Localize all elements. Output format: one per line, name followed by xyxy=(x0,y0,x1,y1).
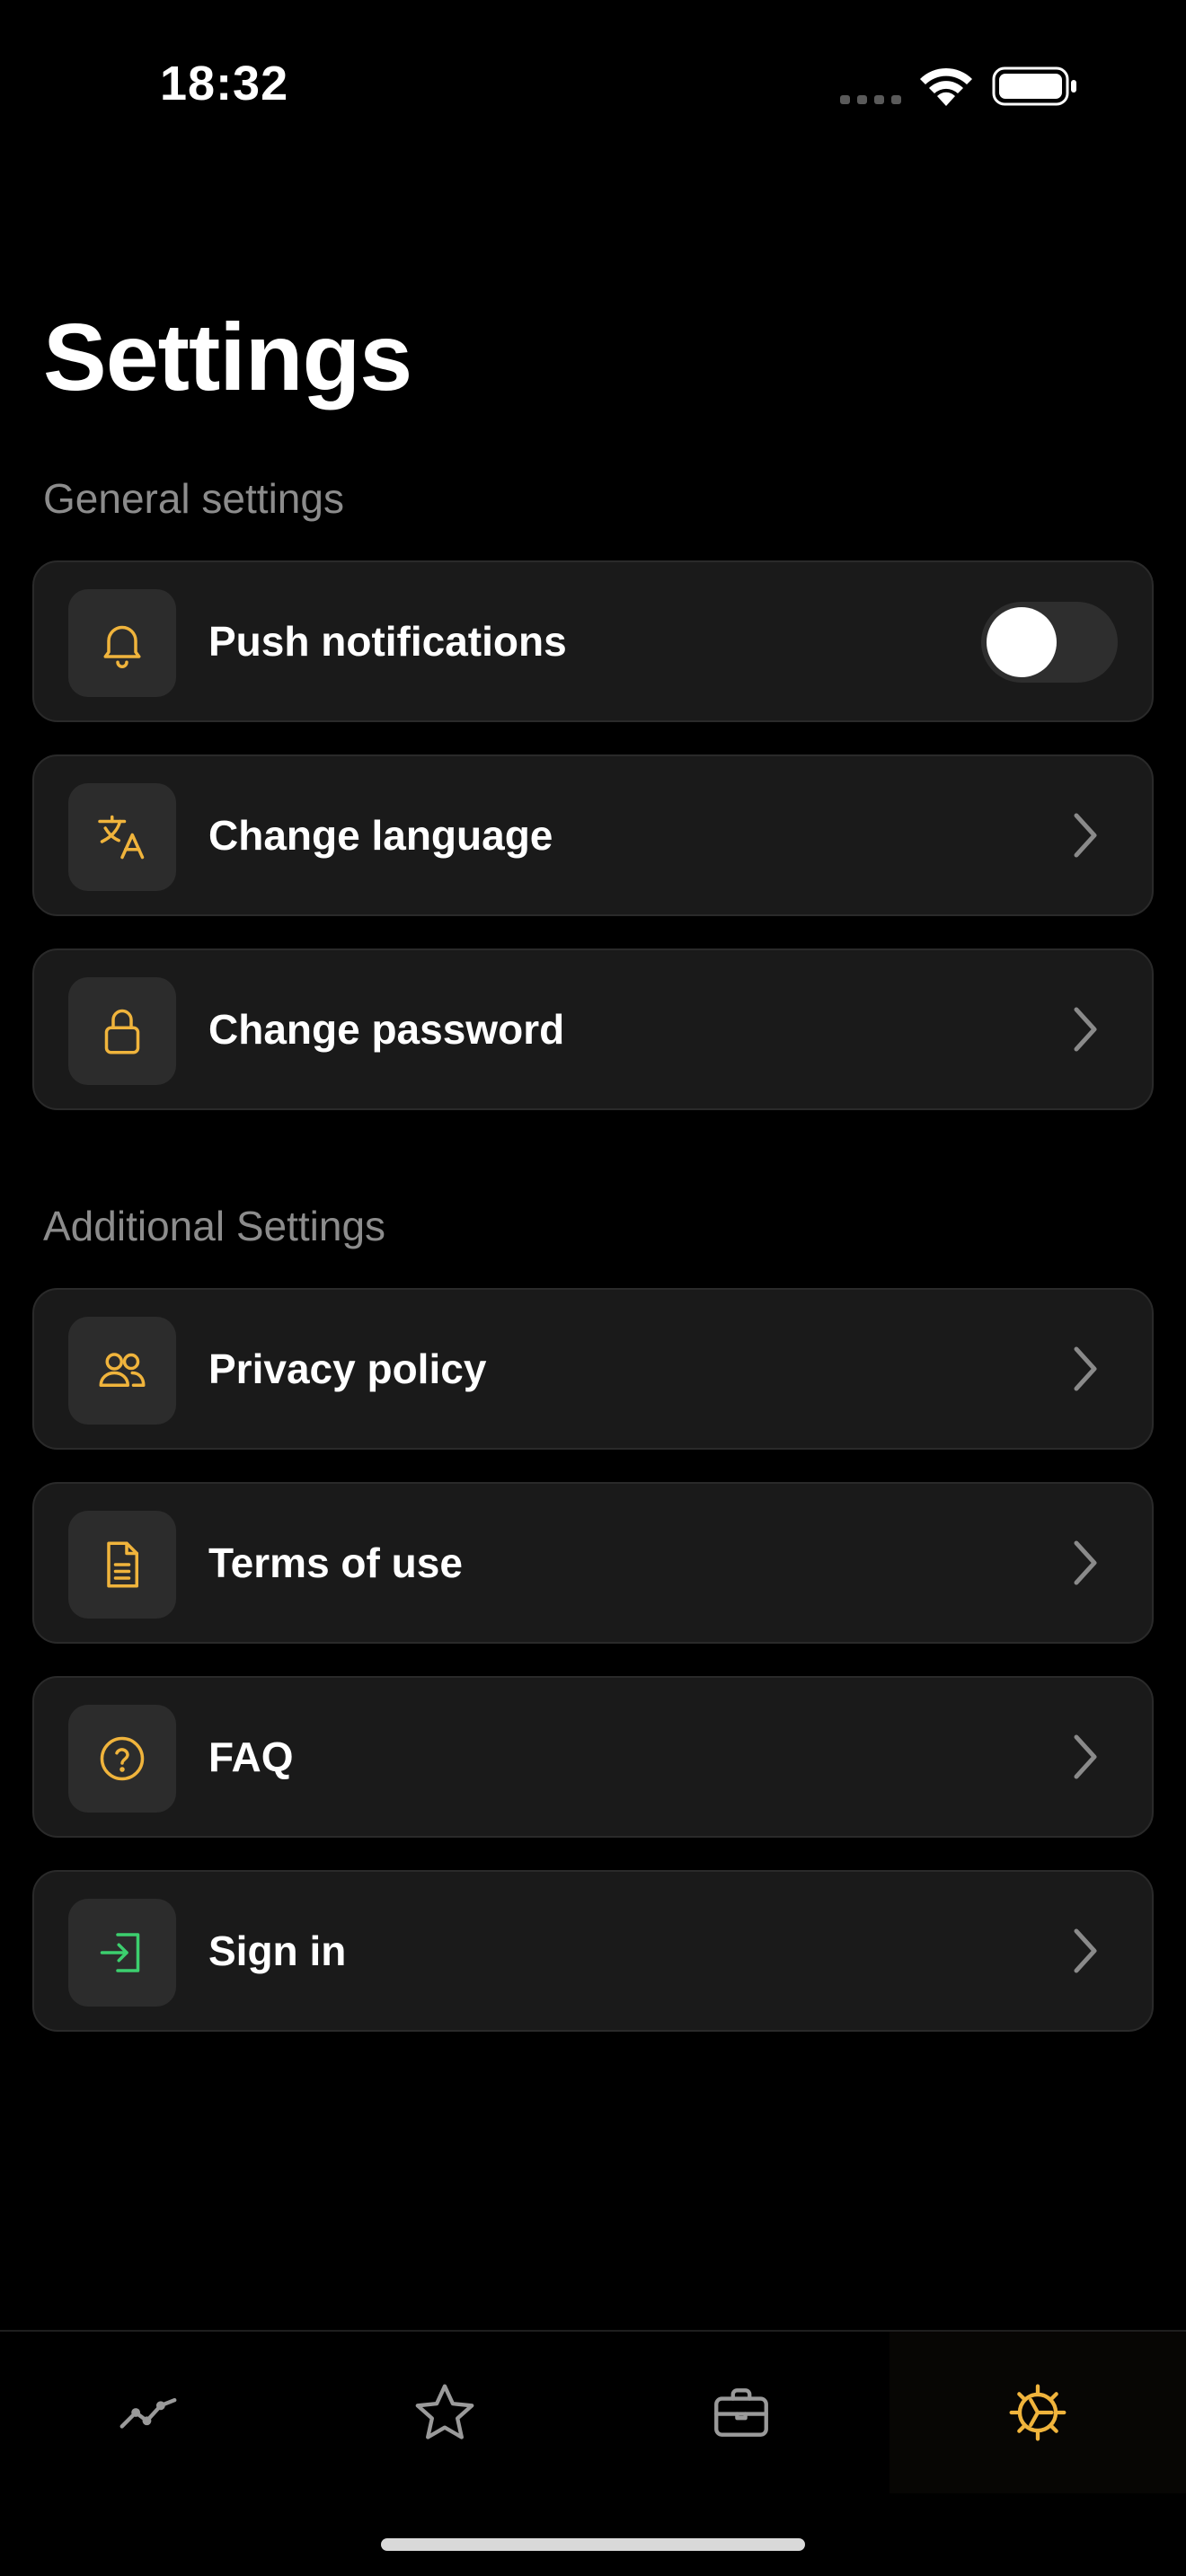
document-icon xyxy=(107,1541,138,1588)
icon-tile xyxy=(68,783,176,891)
home-indicator xyxy=(381,2538,805,2551)
signal-dots-icon xyxy=(840,95,901,104)
chevron-right-icon xyxy=(1074,1928,1097,1973)
change-password-row[interactable]: Change password xyxy=(32,948,1154,1110)
sign-in-icon xyxy=(100,1933,140,1972)
lock-icon xyxy=(104,1009,140,1054)
tab-portfolio[interactable] xyxy=(593,2332,890,2493)
chevron-right-icon xyxy=(1074,1540,1097,1585)
icon-tile xyxy=(68,1705,176,1813)
star-icon xyxy=(415,2384,474,2439)
push-notifications-row[interactable]: Push notifications xyxy=(32,560,1154,722)
briefcase-icon xyxy=(714,2388,768,2437)
privacy-policy-row[interactable]: Privacy policy xyxy=(32,1288,1154,1450)
faq-label: FAQ xyxy=(208,1734,294,1780)
change-language-row[interactable]: Change language xyxy=(32,754,1154,916)
icon-tile xyxy=(68,589,176,697)
chevron-right-icon xyxy=(1074,813,1097,858)
icon-tile xyxy=(68,977,176,1085)
chevron-right-icon xyxy=(1074,1007,1097,1052)
battery-icon xyxy=(992,66,1076,106)
tab-settings[interactable] xyxy=(890,2332,1186,2493)
settings-screen: 18:32 Settings General settings Push not… xyxy=(0,0,1186,2576)
tab-chart[interactable] xyxy=(0,2332,296,2493)
privacy-policy-label: Privacy policy xyxy=(208,1345,487,1392)
faq-row[interactable]: FAQ xyxy=(32,1676,1154,1838)
sign-in-label: Sign in xyxy=(208,1928,347,1974)
toggle-knob xyxy=(987,607,1057,677)
icon-tile xyxy=(68,1317,176,1425)
status-bar: 18:32 xyxy=(0,0,1186,171)
users-icon xyxy=(99,1353,146,1387)
sign-in-row[interactable]: Sign in xyxy=(32,1870,1154,2032)
terms-of-use-row[interactable]: Terms of use xyxy=(32,1482,1154,1644)
question-icon xyxy=(100,1736,145,1781)
icon-tile xyxy=(68,1899,176,2007)
push-notifications-toggle[interactable] xyxy=(981,602,1118,683)
change-language-label: Change language xyxy=(208,812,553,859)
icon-tile xyxy=(68,1511,176,1619)
general-settings-header: General settings xyxy=(43,475,344,522)
wifi-icon xyxy=(920,67,972,106)
tab-favorites[interactable] xyxy=(296,2332,593,2493)
translate-icon xyxy=(98,815,145,860)
status-time: 18:32 xyxy=(160,57,289,110)
chart-line-icon xyxy=(119,2397,177,2429)
change-password-label: Change password xyxy=(208,1006,565,1053)
chevron-right-icon xyxy=(1074,1734,1097,1779)
additional-settings-header: Additional Settings xyxy=(43,1203,386,1249)
terms-of-use-label: Terms of use xyxy=(208,1539,463,1586)
push-notifications-label: Push notifications xyxy=(208,618,567,665)
gear-icon xyxy=(1009,2384,1067,2441)
bell-icon xyxy=(103,625,141,668)
chevron-right-icon xyxy=(1074,1346,1097,1391)
page-title: Settings xyxy=(43,304,412,410)
